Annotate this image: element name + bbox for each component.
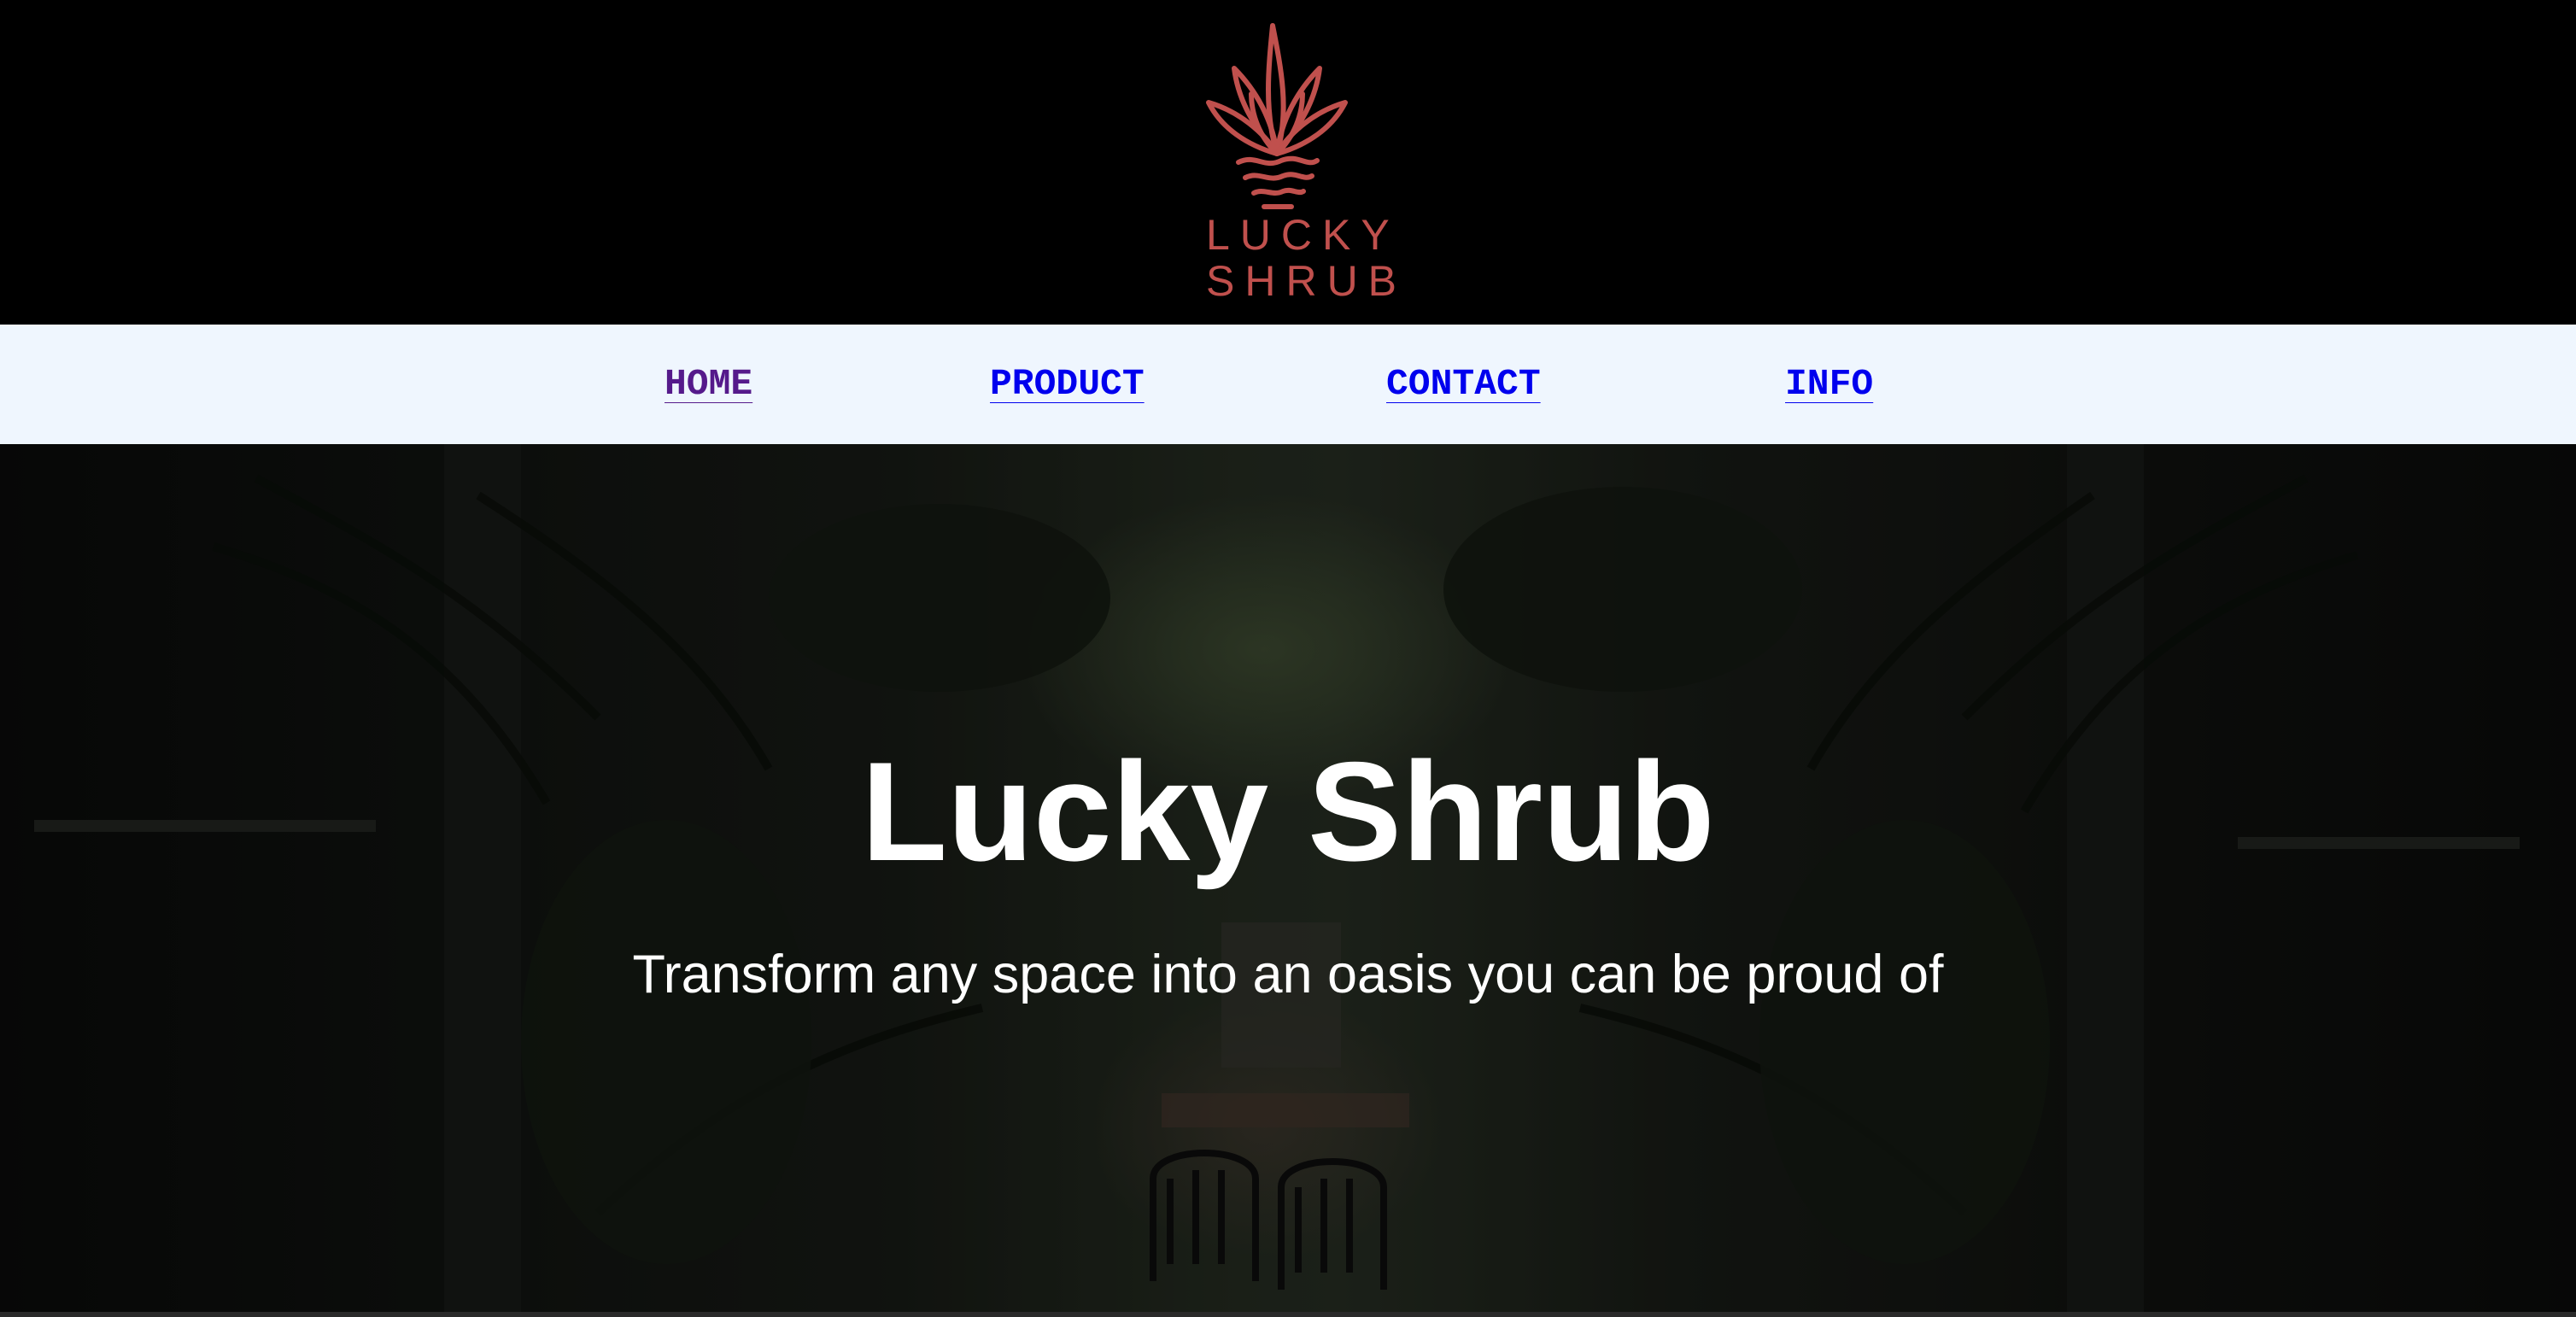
page: LUCKY SHRUB HOME PRODUCT CONTACT INFO Lu… bbox=[0, 0, 2576, 1317]
site-header: LUCKY SHRUB bbox=[0, 0, 2576, 325]
hero-subtitle: Transform any space into an oasis you ca… bbox=[632, 945, 1944, 1004]
hero-title: Lucky Shrub bbox=[861, 733, 1715, 890]
lucky-shrub-logo[interactable]: LUCKY SHRUB bbox=[1196, 17, 1408, 307]
logo-wordmark: LUCKY SHRUB bbox=[1196, 211, 1408, 305]
nav-link-product[interactable]: PRODUCT bbox=[990, 360, 1145, 408]
page-divider bbox=[0, 1312, 2576, 1317]
hero-section: Lucky Shrub Transform any space into an … bbox=[0, 444, 2576, 1317]
nav-link-info[interactable]: INFO bbox=[1785, 360, 1873, 408]
logo-line-2: SHRUB bbox=[1206, 257, 1408, 305]
succulent-plant-icon bbox=[1206, 23, 1348, 209]
nav-link-contact[interactable]: CONTACT bbox=[1386, 360, 1541, 408]
logo-line-1: LUCKY bbox=[1206, 211, 1400, 259]
main-nav: HOME PRODUCT CONTACT INFO bbox=[0, 325, 2576, 444]
nav-link-home[interactable]: HOME bbox=[664, 360, 752, 408]
